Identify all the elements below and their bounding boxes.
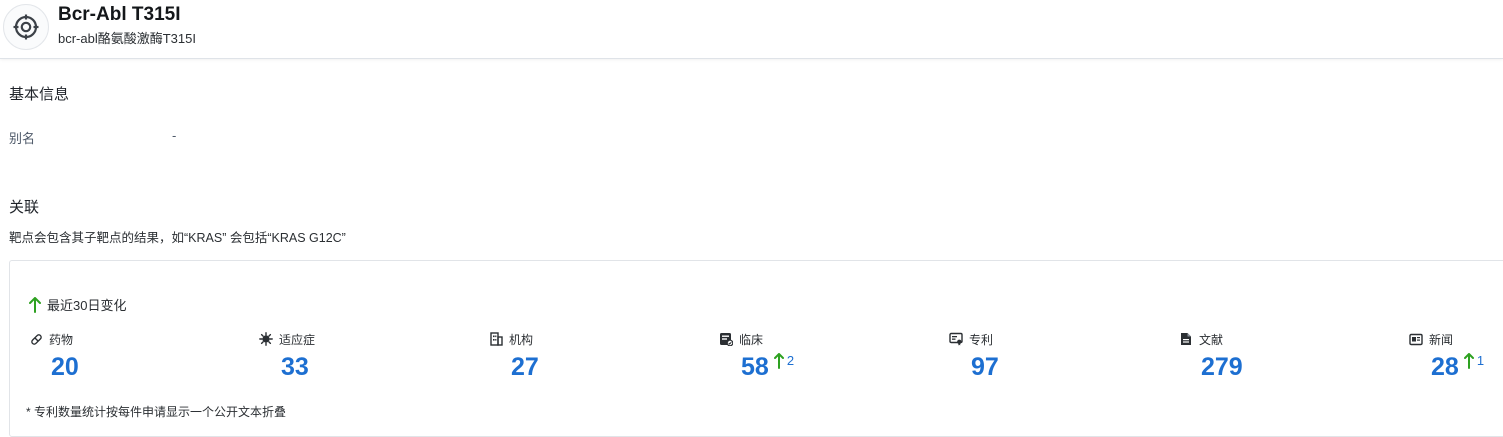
- stat-value-patents[interactable]: 97: [971, 352, 999, 382]
- pill-icon: [29, 332, 43, 346]
- arrow-up-icon: [773, 353, 784, 369]
- recent-change-row: 最近30日变化: [29, 295, 126, 314]
- delta-value: 2: [786, 353, 795, 368]
- stat-label: 专利: [969, 332, 994, 347]
- page-subtitle: bcr-abl酪氨酸激酶T315I: [58, 31, 196, 46]
- association-note: 靶点会包含其子靶点的结果，如“KRAS” 会包括“KRAS G12C”: [9, 231, 346, 245]
- stat-value-organizations[interactable]: 27: [511, 352, 539, 382]
- arrow-up-icon: [29, 296, 41, 313]
- stat-value-news[interactable]: 28: [1431, 352, 1459, 382]
- stat-value-literature[interactable]: 279: [1201, 352, 1243, 382]
- patent-footnote: * 专利数量统计按每件申请显示一个公开文本折叠: [26, 405, 287, 419]
- header: Bcr-Abl T315I bcr-abl酪氨酸激酶T315I: [0, 0, 1503, 59]
- stat-organizations: 机构 27: [489, 331, 689, 381]
- stat-clinical: 临床 58 2: [719, 331, 919, 381]
- stat-label: 新闻: [1429, 332, 1454, 347]
- association-card: 最近30日变化 药物 20 适应症 33 机构 27 临床 58 2 专利 97…: [9, 260, 1503, 437]
- stat-label: 药物: [49, 332, 74, 347]
- stat-label: 文献: [1199, 332, 1224, 347]
- stat-value-indications[interactable]: 33: [281, 352, 309, 382]
- clinical-icon: [719, 332, 733, 346]
- association-heading: 关联: [9, 199, 40, 216]
- stat-delta-clinical: 2: [773, 353, 795, 369]
- stat-value-drugs[interactable]: 20: [51, 352, 79, 382]
- news-icon: [1409, 332, 1423, 346]
- patent-icon: [949, 332, 963, 346]
- arrow-up-icon: [1463, 353, 1474, 369]
- stat-label: 机构: [509, 332, 534, 347]
- stat-patents: 专利 97: [949, 331, 1149, 381]
- stat-delta-news: 1: [1463, 353, 1485, 369]
- delta-value: 1: [1476, 353, 1485, 368]
- stat-indications: 适应症 33: [259, 331, 459, 381]
- stat-value-clinical[interactable]: 58: [741, 352, 769, 382]
- alias-value: -: [172, 128, 177, 143]
- stat-drugs: 药物 20: [29, 331, 229, 381]
- recent-change-label: 最近30日变化: [47, 298, 127, 313]
- target-icon: [3, 4, 49, 50]
- building-icon: [489, 332, 503, 346]
- document-icon: [1179, 332, 1193, 346]
- stat-news: 新闻 28 1: [1409, 331, 1503, 381]
- page-title: Bcr-Abl T315I: [58, 4, 181, 25]
- stat-literature: 文献 279: [1179, 331, 1379, 381]
- virus-icon: [259, 332, 273, 346]
- stat-label: 适应症: [279, 332, 316, 347]
- alias-label: 别名: [9, 131, 36, 146]
- basic-info-heading: 基本信息: [9, 86, 70, 103]
- stat-label: 临床: [739, 332, 764, 347]
